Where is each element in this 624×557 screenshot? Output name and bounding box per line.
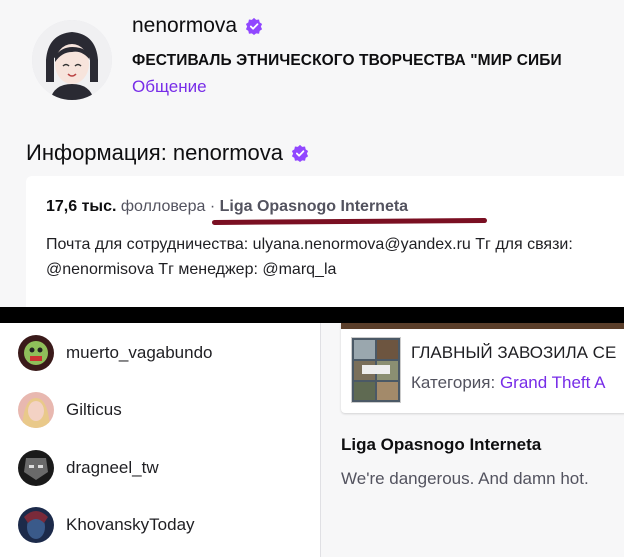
video-category-label: Категория: <box>411 373 496 392</box>
about-heading-text: Информация: nenormova <box>26 140 283 165</box>
followed-channel-item[interactable]: Gilticus <box>18 392 122 428</box>
separator-dot: · <box>209 198 216 215</box>
followers-label: фолловера <box>120 198 206 215</box>
category-link[interactable]: Общение <box>132 77 207 97</box>
annotation-underline <box>211 218 488 225</box>
about-card: 17,6 тыс. фолловера · Liga Opasnogo Inte… <box>26 176 624 307</box>
about-heading: Информация: nenormova <box>26 140 309 166</box>
screenshot-separator <box>0 307 624 323</box>
team-description: We're dangerous. And damn hot. <box>341 469 589 488</box>
team-name[interactable]: Liga Opasnogo Interneta <box>341 435 541 455</box>
followed-channels-list: muerto_vagabundo Gilticus dragneel_tw Kh… <box>0 323 321 557</box>
stream-title: ФЕСТИВАЛЬ ЭТНИЧЕСКОГО ТВОРЧЕСТВА "МИР СИ… <box>132 52 562 69</box>
channel-name-text[interactable]: nenormova <box>132 14 237 38</box>
avatar-blue-dark-icon <box>18 507 54 543</box>
verified-badge-icon <box>291 144 309 162</box>
video-preview-strip <box>341 323 624 329</box>
avatar-dark-mask-icon <box>18 450 54 486</box>
channel-bio: Почта для сотрудничества: ulyana.nenormo… <box>46 236 573 278</box>
video-category-link[interactable]: Grand Theft A <box>500 373 606 392</box>
avatar-blonde-icon <box>18 392 54 428</box>
video-category: Категория: Grand Theft A <box>411 373 605 393</box>
video-card[interactable]: ГЛАВНЫЙ ЗАВОЗИЛА СЕ Категория: Grand The… <box>341 323 624 413</box>
avatar-illustration-icon <box>32 20 112 100</box>
followed-channel-item[interactable]: dragneel_tw <box>18 450 159 486</box>
followed-channel-item[interactable]: muerto_vagabundo <box>18 335 213 371</box>
followed-channel-item[interactable]: KhovanskyToday <box>18 507 195 543</box>
followed-channel-name: muerto_vagabundo <box>66 343 213 362</box>
followers-count: 17,6 тыс. <box>46 198 117 215</box>
video-title[interactable]: ГЛАВНЫЙ ЗАВОЗИЛА СЕ <box>411 343 616 363</box>
team-link[interactable]: Liga Opasnogo Interneta <box>220 198 408 215</box>
follower-stats: 17,6 тыс. фолловера · Liga Opasnogo Inte… <box>46 198 408 216</box>
followed-channel-name: KhovanskyToday <box>66 515 195 534</box>
verified-badge-icon <box>245 17 263 35</box>
channel-header-panel: nenormova ФЕСТИВАЛЬ ЭТНИЧЕСКОГО ТВОРЧЕСТ… <box>0 0 624 307</box>
avatar-green-face-icon <box>18 335 54 371</box>
followed-channel-name: dragneel_tw <box>66 458 159 477</box>
channel-name[interactable]: nenormova <box>132 14 263 38</box>
gta-cover-icon[interactable] <box>351 337 401 403</box>
followed-channel-name: Gilticus <box>66 400 122 419</box>
channel-avatar[interactable] <box>32 20 112 100</box>
main-content: ГЛАВНЫЙ ЗАВОЗИЛА СЕ Категория: Grand The… <box>321 323 624 557</box>
